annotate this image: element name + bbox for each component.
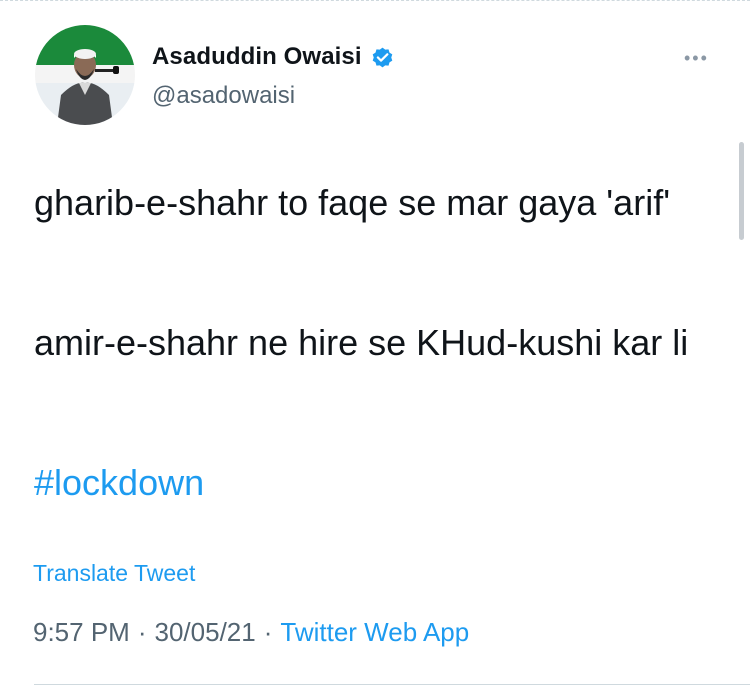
author-handle[interactable]: @asadowaisi	[152, 82, 295, 110]
scrollbar-thumb[interactable]	[739, 142, 744, 240]
more-dots-icon[interactable]: •••	[684, 49, 709, 67]
tweet-text-line-1: gharib-e-shahr to faqe se mar gaya 'arif…	[34, 182, 671, 223]
meta-separator: ·	[263, 617, 273, 647]
verified-badge-icon	[370, 45, 395, 70]
top-divider	[0, 0, 750, 1]
hashtag-link[interactable]: #lockdown	[34, 456, 204, 509]
tweet-date[interactable]: 30/05/21	[155, 617, 256, 648]
avatar[interactable]	[35, 25, 135, 125]
bottom-divider	[34, 684, 750, 685]
author-name-row: Asaduddin Owaisi	[152, 43, 395, 71]
translate-tweet-link[interactable]: Translate Tweet	[33, 560, 195, 587]
meta-separator: ·	[137, 617, 147, 647]
tweet-source-link[interactable]: Twitter Web App	[280, 617, 469, 648]
author-display-name[interactable]: Asaduddin Owaisi	[152, 43, 362, 71]
tweet-meta: 9:57 PM · 30/05/21 · Twitter Web App	[33, 617, 469, 648]
avatar-image	[35, 25, 135, 125]
tweet-text-line-2: amir-e-shahr ne hire se KHud-kushi kar l…	[34, 322, 689, 363]
tweet-time[interactable]: 9:57 PM	[33, 617, 130, 648]
